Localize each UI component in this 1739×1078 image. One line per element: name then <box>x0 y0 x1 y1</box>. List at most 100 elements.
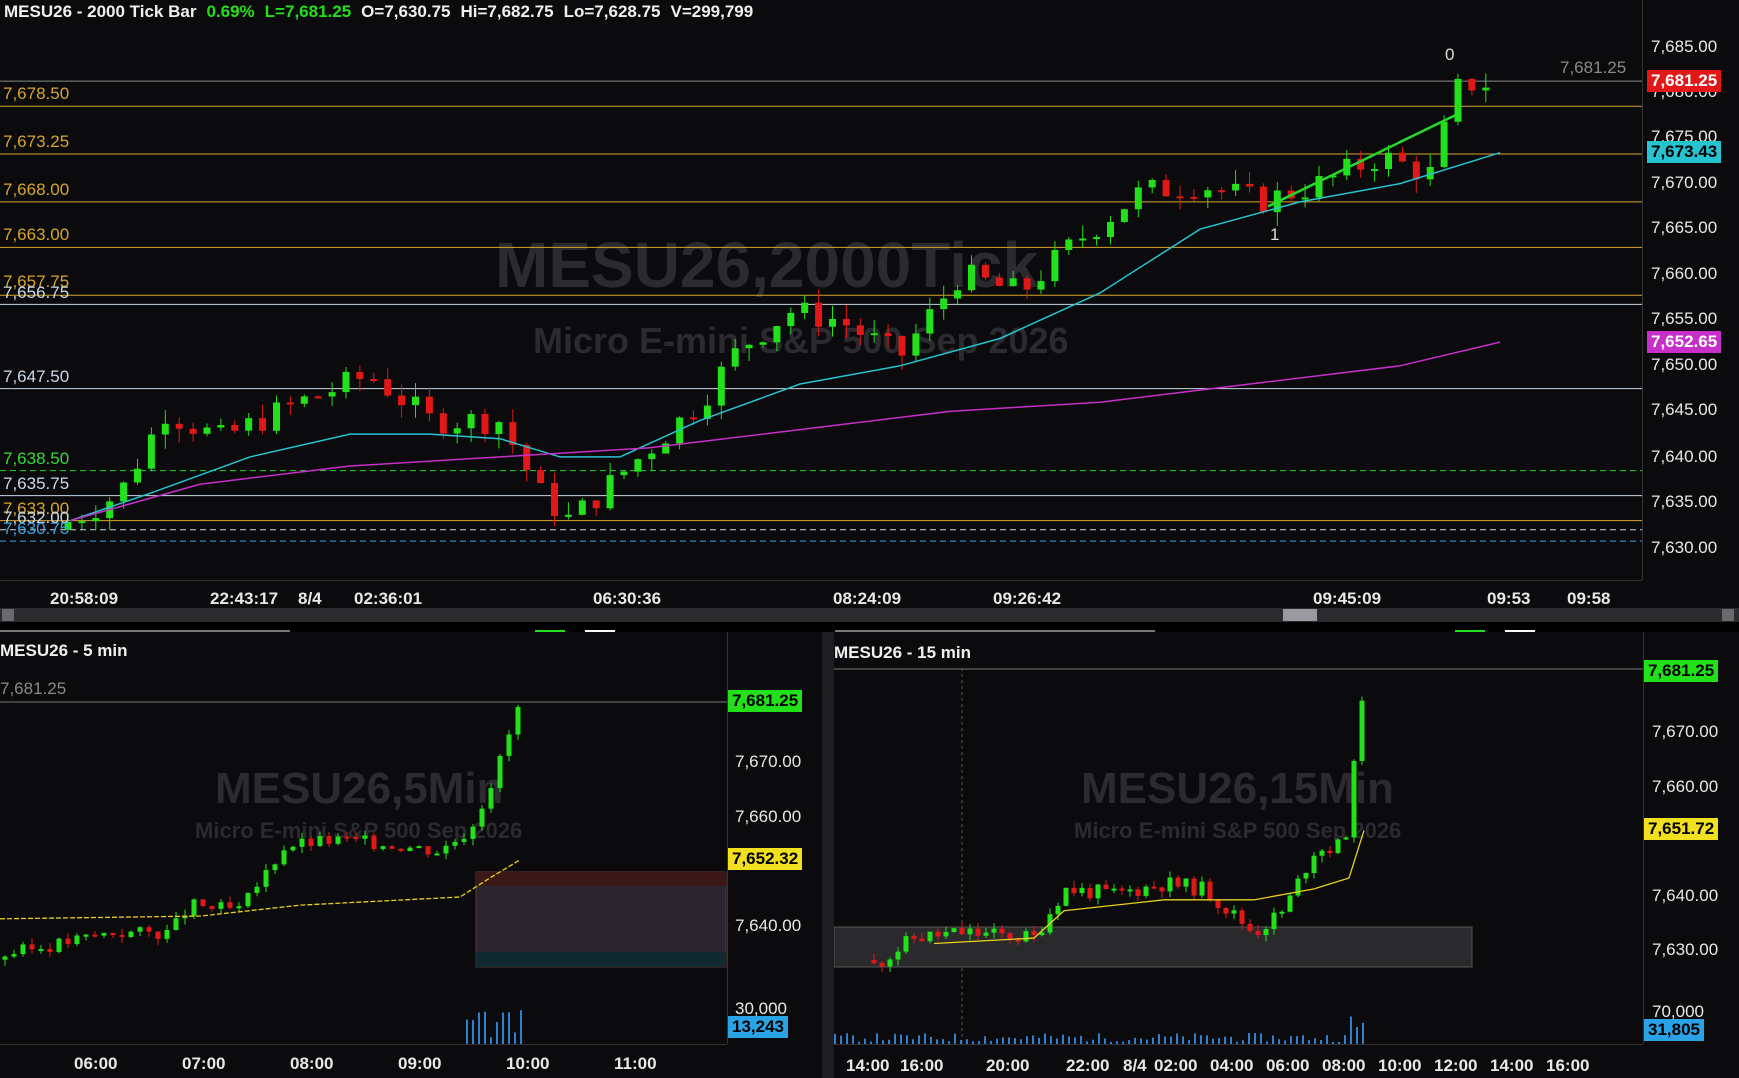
candle-body <box>2 956 8 960</box>
candle-body <box>1015 939 1021 942</box>
candle-body <box>927 931 933 942</box>
volume-bar <box>472 1020 474 1044</box>
volume-bar <box>1230 1036 1232 1044</box>
pane-divider[interactable] <box>0 622 1739 632</box>
candle-body <box>1412 161 1420 180</box>
chart-5min[interactable]: MESU26,5Min Micro E-mini S&P 500 Sep 202… <box>0 632 822 1078</box>
chart-15min[interactable]: MESU26,15Min Micro E-mini S&P 500 Sep 20… <box>834 632 1739 1078</box>
volume-total: V=299,799 <box>670 2 754 21</box>
candle-body <box>829 318 836 327</box>
candle-body <box>254 886 260 893</box>
candle-body <box>968 264 975 291</box>
candle-body <box>1175 877 1181 887</box>
main-chart-canvas[interactable]: 01 <box>0 0 1739 608</box>
time-tick: 04:00 <box>1210 1056 1254 1075</box>
time-tick: 08:00 <box>290 1054 334 1073</box>
volume-bar <box>466 1019 468 1044</box>
candle-body <box>951 928 957 933</box>
volume-bar <box>834 1033 836 1044</box>
candle-body <box>1159 887 1165 892</box>
candle-body <box>1351 761 1357 838</box>
volume-bar <box>1260 1033 1262 1044</box>
main-tick-chart[interactable]: MESU26,2000Tick Micro E-mini S&P 500 Sep… <box>0 0 1739 608</box>
time-tick: 16:00 <box>900 1056 944 1075</box>
trend-line <box>1267 114 1456 208</box>
volume-bar <box>1068 1036 1070 1044</box>
time-tick: 14:00 <box>846 1056 890 1075</box>
level-label: 7,656.75 <box>3 283 70 302</box>
time-tick: 02:00 <box>1154 1056 1198 1075</box>
candle-body <box>1327 850 1333 854</box>
candle-body <box>481 413 489 434</box>
time-tick: 02:36:01 <box>354 589 423 608</box>
volume-bar <box>1254 1033 1256 1044</box>
candle-body <box>1167 877 1173 892</box>
scroll-left-arrow[interactable] <box>2 609 14 621</box>
time-tick: 09:45:09 <box>1313 589 1382 608</box>
price-axis-5min[interactable]: 7,670.00 7,660.00 7,640.00 30,000 7,681.… <box>727 632 822 1044</box>
volume-bar <box>520 1010 522 1044</box>
candle-body <box>884 333 892 337</box>
candle-body <box>1162 179 1170 197</box>
scroll-thumb[interactable] <box>1283 609 1317 621</box>
horizontal-scrollbar[interactable] <box>0 608 1739 622</box>
candle-body <box>1111 888 1117 891</box>
candle-body <box>1135 889 1141 896</box>
level-label: 7,663.00 <box>3 225 70 244</box>
volume-bar <box>1224 1036 1226 1044</box>
candle-body <box>356 371 364 379</box>
time-axis-5min[interactable]: 06:00 07:00 08:00 09:00 10:00 11:00 <box>0 1044 727 1078</box>
candle-body <box>1259 186 1267 213</box>
candle-body <box>1143 886 1149 896</box>
price-tick: 7,660.00 <box>735 807 802 826</box>
time-axis[interactable]: 20:58:09 22:43:17 8/4 02:36:01 06:30:36 … <box>0 580 1642 608</box>
candle-body <box>1232 183 1240 191</box>
level-label: 7,635.75 <box>3 474 70 493</box>
volume-bar <box>876 1033 878 1044</box>
candle-body <box>648 453 656 460</box>
candle-body <box>1454 78 1462 122</box>
candle-body <box>912 333 920 356</box>
time-tick: 12:00 <box>1434 1056 1478 1075</box>
volume-bar <box>514 1032 516 1044</box>
last-price-tag: 7,681.25 <box>1647 70 1722 92</box>
chart-15min-canvas[interactable] <box>834 632 1739 1078</box>
volume-bar <box>1170 1036 1172 1044</box>
candle-body <box>11 954 17 957</box>
candle-body <box>236 906 242 909</box>
time-axis-15min[interactable]: 14:00 16:00 20:00 22:00 8/4 02:00 04:00 … <box>834 1044 1643 1078</box>
candle-body <box>353 837 359 840</box>
volume-bar <box>906 1035 908 1044</box>
volume-bar <box>1158 1033 1160 1044</box>
scroll-right-arrow[interactable] <box>1722 609 1734 621</box>
candle-body <box>999 928 1005 934</box>
candle-body <box>218 902 224 909</box>
volume-bar <box>1362 1022 1364 1044</box>
price-axis[interactable]: 7,685.00 7,680.00 7,675.00 7,670.00 7,66… <box>1642 0 1739 580</box>
candle-body <box>1468 78 1476 91</box>
candle-body <box>479 808 485 827</box>
price-tick: 7,640.00 <box>1651 447 1718 466</box>
candle-body <box>1148 179 1156 188</box>
candle-body <box>959 928 965 935</box>
candle-body <box>110 932 116 935</box>
trend-marker-bottom: 1 <box>1270 225 1279 244</box>
chart-5min-canvas[interactable] <box>0 632 822 1078</box>
price-axis-15min[interactable]: 7,670.00 7,660.00 7,640.00 7,630.00 70,0… <box>1643 632 1739 1044</box>
candle-body <box>300 396 308 404</box>
vertical-divider[interactable] <box>822 632 834 1078</box>
candle-body <box>443 845 449 854</box>
candle-body <box>137 927 143 932</box>
candle-body <box>1079 887 1085 894</box>
volume-bar <box>1026 1036 1028 1044</box>
volume-bar <box>502 1012 504 1044</box>
candle-body <box>495 422 503 434</box>
candle-body <box>578 500 586 515</box>
candle-body <box>439 413 447 434</box>
candle-body <box>1103 884 1109 890</box>
candle-body <box>200 899 206 906</box>
volume-bar <box>1356 1026 1358 1044</box>
candle-body <box>164 930 170 939</box>
candle-body <box>1151 886 1157 889</box>
candle-body <box>1231 910 1237 914</box>
